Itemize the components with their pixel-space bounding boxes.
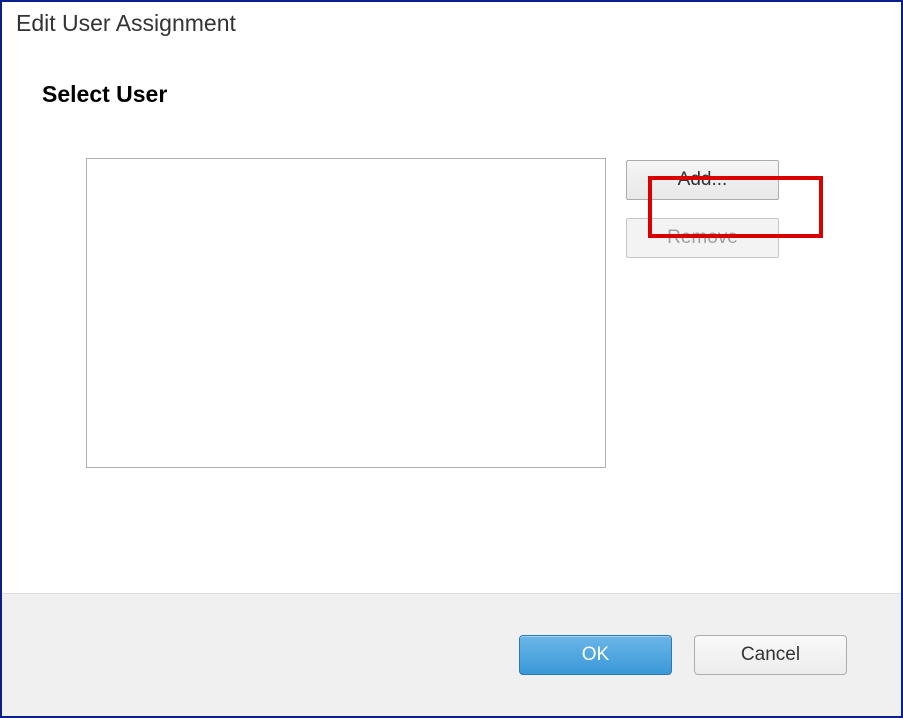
ok-button[interactable]: OK bbox=[519, 635, 672, 675]
select-user-heading: Select User bbox=[42, 81, 861, 108]
user-selection-panel: Add... Remove bbox=[42, 158, 861, 468]
cancel-button[interactable]: Cancel bbox=[694, 635, 847, 675]
list-action-buttons: Add... Remove bbox=[626, 158, 779, 258]
edit-user-assignment-dialog: Edit User Assignment Select User Add... … bbox=[0, 0, 903, 718]
dialog-button-bar: OK Cancel bbox=[2, 593, 901, 716]
remove-button: Remove bbox=[626, 218, 779, 258]
dialog-title: Edit User Assignment bbox=[2, 2, 901, 41]
dialog-content: Select User Add... Remove bbox=[2, 41, 901, 593]
user-list[interactable] bbox=[86, 158, 606, 468]
add-button[interactable]: Add... bbox=[626, 160, 779, 200]
